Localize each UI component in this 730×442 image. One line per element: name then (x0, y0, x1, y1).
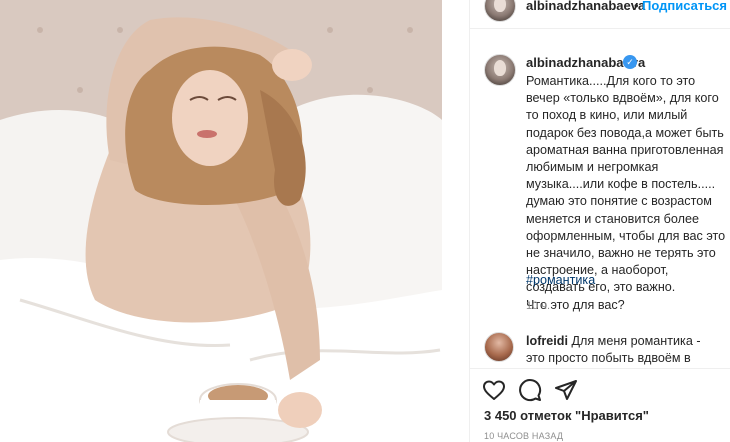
likes-count[interactable]: 3 450 отметок "Нравится" (484, 408, 649, 423)
verified-badge-icon: ✓ (623, 55, 637, 69)
heart-icon[interactable] (482, 378, 506, 402)
post-photo[interactable] (0, 0, 442, 442)
caption-avatar[interactable] (484, 54, 516, 86)
comment: lofreidi Для меня романтика - это просто… (526, 333, 716, 367)
post-timestamp[interactable]: 10 ЧАСОВ НАЗАД (484, 431, 563, 441)
caption-timestamp[interactable]: 10 ч. (526, 300, 550, 312)
actions-divider (470, 368, 730, 369)
header-username[interactable]: albinadzhanabaeva (526, 0, 645, 13)
commenter-avatar[interactable] (484, 332, 514, 362)
author-avatar[interactable] (484, 0, 516, 22)
comment-icon[interactable] (518, 378, 542, 402)
share-icon[interactable] (554, 378, 578, 402)
hashtag-link[interactable]: #романтика (526, 273, 595, 287)
comment-username[interactable]: lofreidi (526, 334, 568, 348)
header-separator: • (634, 0, 639, 13)
follow-button[interactable]: Подписаться (642, 0, 727, 13)
photo-illustration (0, 0, 442, 442)
post-header: albinadzhanabaeva • Подписаться (470, 0, 730, 29)
post-side-panel: albinadzhanabaeva • Подписаться albinadz… (470, 0, 730, 442)
